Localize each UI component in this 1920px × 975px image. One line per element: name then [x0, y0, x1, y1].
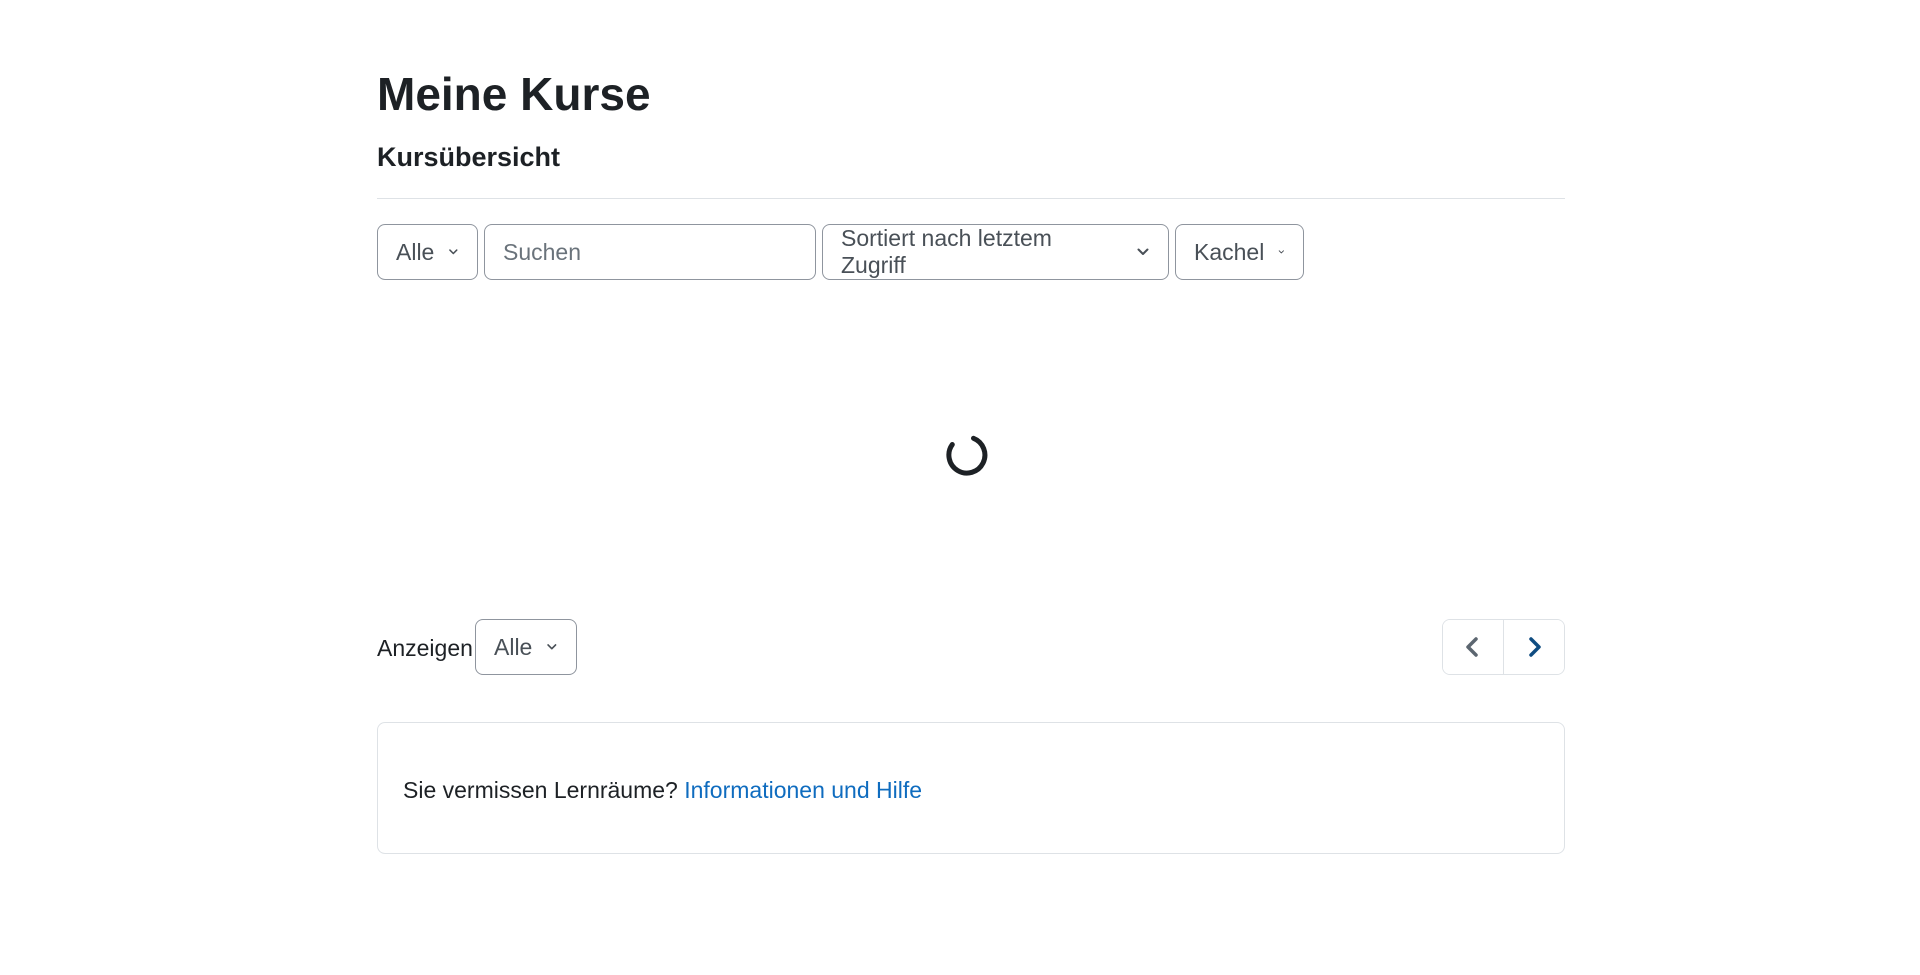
sort-select-label: Sortiert nach letztem Zugriff — [841, 225, 1052, 278]
grouping-select-label: Alle — [396, 238, 435, 265]
show-label: Anzeigen — [377, 635, 473, 661]
chevron-right-icon — [1529, 637, 1541, 657]
sort-select[interactable]: Sortiert nach letztem Zugriff — [822, 224, 1169, 280]
chevron-down-icon — [1279, 250, 1285, 254]
pagination — [1442, 619, 1565, 675]
section-divider — [377, 198, 1565, 199]
info-message: Sie vermissen Lernräume? Informationen u… — [403, 776, 922, 804]
info-text: Sie vermissen Lernräume? — [403, 777, 678, 803]
next-page-button[interactable] — [1503, 620, 1564, 674]
show-count-label: Alle — [494, 633, 533, 660]
page-title: Meine Kurse — [377, 68, 651, 120]
previous-page-button[interactable] — [1443, 620, 1503, 674]
section-title: Kursübersicht — [377, 142, 561, 172]
chevron-down-icon — [449, 249, 458, 255]
view-select-label: Kachel — [1194, 238, 1265, 265]
info-card: Sie vermissen Lernräume? Informationen u… — [377, 722, 1565, 854]
course-filters: Alle Sortiert nach letztem Zugriff Kache… — [377, 224, 1304, 280]
grouping-select[interactable]: Alle — [377, 224, 478, 280]
chevron-down-icon — [547, 644, 557, 650]
info-help-link[interactable]: Informationen und Hilfe — [684, 777, 922, 803]
loading-spinner-icon — [946, 435, 988, 476]
chevron-left-icon — [1466, 637, 1478, 657]
view-select[interactable]: Kachel — [1175, 224, 1304, 280]
course-search-input[interactable] — [484, 224, 816, 280]
paging-bar: Anzeigen Alle — [377, 619, 1565, 675]
show-count-select[interactable]: Alle — [475, 619, 577, 675]
chevron-down-icon — [1137, 248, 1149, 255]
